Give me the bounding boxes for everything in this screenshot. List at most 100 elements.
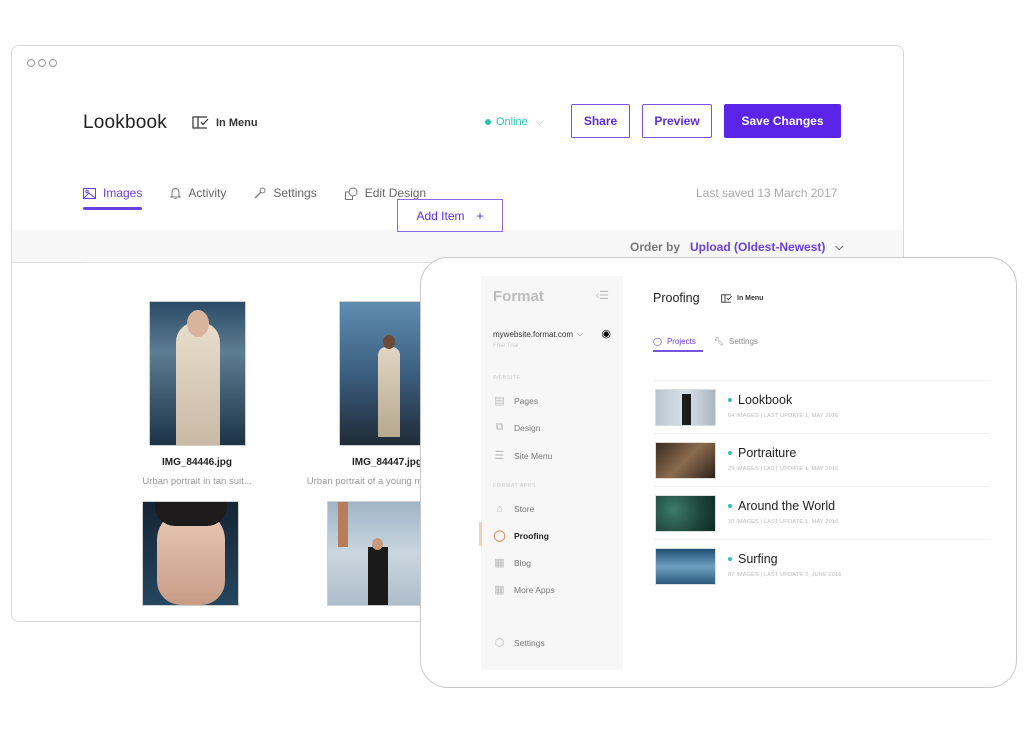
status-dot-icon <box>485 119 491 125</box>
menu-check-icon <box>721 294 733 303</box>
proofing-icon: ◯ <box>653 337 662 346</box>
tab-projects[interactable]: ◯ Projects <box>653 337 703 352</box>
tab-label: Settings <box>729 337 758 346</box>
bag-icon: ⌂ <box>496 502 503 515</box>
tab-activity[interactable]: Activity <box>170 186 226 210</box>
project-meta: 64 IMAGES | LAST UPDATE 1, MAY 2016 <box>728 413 839 419</box>
sidebar-item-blog[interactable]: ▦ Blog <box>493 556 531 569</box>
bell-icon <box>170 188 182 199</box>
status-dot-icon <box>728 451 732 455</box>
project-thumbnail <box>655 389 716 426</box>
image-thumbnail[interactable] <box>148 301 246 446</box>
project-thumbnail <box>655 548 716 585</box>
tab-bar: ◯ Projects 🔧︎ Settings <box>653 337 758 352</box>
window-controls <box>27 59 57 67</box>
project-meta: 87 IMAGES | LAST UPDATE 3, JUNE 2016 <box>728 572 842 578</box>
add-item-label: Add Item <box>416 208 465 223</box>
menu-check-icon <box>192 116 209 129</box>
tab-bar: Images Activity Settings Edit Design <box>83 186 426 210</box>
sidebar-item-pages[interactable]: ▤ Pages <box>493 394 538 407</box>
sidebar-item-proofing[interactable]: ◯ Proofing <box>493 529 549 542</box>
in-menu-toggle[interactable]: In Menu <box>721 294 763 303</box>
tab-images[interactable]: Images <box>83 186 143 210</box>
sidebar-item-more-apps[interactable]: ▦ More Apps <box>493 583 555 596</box>
wrench-icon <box>254 187 266 199</box>
eye-icon[interactable]: ◉ <box>601 327 611 340</box>
chevron-down-icon: ⌵ <box>535 116 544 128</box>
page-title: Proofing <box>653 291 700 305</box>
close-window-button[interactable] <box>27 59 35 67</box>
active-indicator <box>479 522 482 546</box>
design-icon: ⧉ <box>495 421 504 433</box>
project-name: Surfing <box>738 552 778 566</box>
page-title: Lookbook <box>83 112 168 133</box>
project-meta: 29 IMAGES | LAST UPDATE 1, MAY 2016 <box>728 466 839 472</box>
project-row[interactable]: Portraiture 29 IMAGES | LAST UPDATE 1, M… <box>653 434 990 487</box>
image-card[interactable]: IMG_84446.jpg Urban portrait in tan suit… <box>122 301 272 487</box>
add-item-button[interactable]: Add Item + <box>397 199 503 232</box>
sidebar-item-label: Store <box>514 503 535 514</box>
image-icon <box>83 187 96 199</box>
tab-settings[interactable]: 🔧︎ Settings <box>714 337 758 352</box>
sidebar-item-store[interactable]: ⌂ Store <box>493 502 534 515</box>
sidebar-item-label: Site Menu <box>514 450 553 461</box>
sidebar-item-site-menu[interactable]: ☰ Site Menu <box>493 449 553 462</box>
in-menu-label: In Menu <box>216 116 258 129</box>
order-by-label: Order by <box>630 240 681 254</box>
sidebar-item-label: Settings <box>514 637 545 648</box>
project-name: Portraiture <box>738 446 797 460</box>
image-filename: IMG_84446.jpg <box>161 457 233 468</box>
project-thumbnail <box>655 442 716 479</box>
plus-icon: + <box>476 208 484 223</box>
chevron-down-icon: ⌵ <box>577 329 584 338</box>
preview-button[interactable]: Preview <box>642 104 712 138</box>
section-label: WEBSITE <box>493 375 521 381</box>
brand-logo: Format <box>493 288 544 305</box>
image-card[interactable] <box>142 501 239 606</box>
project-row[interactable]: Around the World 30 IMAGES | LAST UPDATE… <box>653 487 990 540</box>
tab-settings[interactable]: Settings <box>254 186 317 210</box>
image-thumbnail[interactable] <box>142 501 239 606</box>
pages-icon: ▤ <box>494 395 505 407</box>
in-menu-toggle[interactable]: In Menu <box>192 116 258 129</box>
minimize-window-button[interactable] <box>38 59 46 67</box>
collapse-sidebar-icon[interactable]: ‹☰ <box>595 289 609 302</box>
order-by-dropdown[interactable]: Order by Upload (Oldest-Newest) ⌵ <box>630 240 843 254</box>
project-name: Lookbook <box>738 393 793 407</box>
image-thumbnail[interactable] <box>327 501 424 606</box>
wrench-icon: 🔧︎ <box>713 337 725 346</box>
section-label: FORMAT APPS <box>493 483 537 489</box>
project-row[interactable]: Surfing 87 IMAGES | LAST UPDATE 3, JUNE … <box>653 540 990 593</box>
image-description: Urban portrait in tan suit... <box>142 476 252 487</box>
status-dot-icon <box>728 557 732 561</box>
status-label: Online <box>496 116 528 128</box>
in-menu-label: In Menu <box>737 295 764 302</box>
site-url: mywebsite.format.com <box>493 329 574 339</box>
gear-icon: ⬡ <box>494 637 505 649</box>
list-icon: ☰ <box>494 450 505 462</box>
maximize-window-button[interactable] <box>49 59 57 67</box>
sidebar-item-label: Design <box>514 422 541 433</box>
tab-label: Settings <box>273 186 317 200</box>
project-row[interactable]: Lookbook 64 IMAGES | LAST UPDATE 1, MAY … <box>653 381 990 434</box>
design-icon <box>344 187 358 200</box>
project-meta: 30 IMAGES | LAST UPDATE 1, MAY 2016 <box>728 519 839 525</box>
last-saved-text: Last saved 13 March 2017 <box>696 186 838 200</box>
sidebar-item-label: More Apps <box>514 584 555 595</box>
plan-label: Free Trial <box>493 343 519 349</box>
sidebar-item-settings[interactable]: ⬡ Settings <box>493 636 545 649</box>
share-button[interactable]: Share <box>571 104 630 138</box>
tab-label: Activity <box>188 186 227 200</box>
status-dot-icon <box>728 398 732 402</box>
proofing-icon: ◯ <box>493 530 506 542</box>
project-name: Around the World <box>738 499 836 513</box>
sidebar-item-label: Pages <box>514 395 539 406</box>
grid-icon: ▦ <box>494 584 505 596</box>
sidebar: Format ‹☰ mywebsite.format.com ⌵ ◉ Free … <box>479 276 623 670</box>
save-changes-button[interactable]: Save Changes <box>724 104 841 138</box>
status-dropdown[interactable]: Online ⌵ <box>485 116 543 128</box>
sidebar-item-label: Proofing <box>514 530 549 541</box>
sidebar-item-design[interactable]: ⧉ Design <box>493 421 541 434</box>
site-selector[interactable]: mywebsite.format.com ⌵ <box>493 329 583 339</box>
image-card[interactable] <box>327 501 424 606</box>
